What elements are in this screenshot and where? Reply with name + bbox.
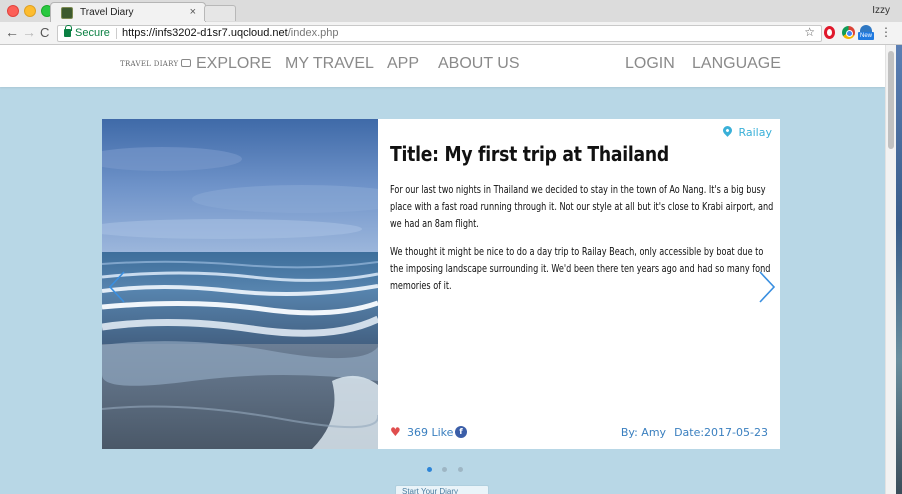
author: By: Amy — [620, 426, 667, 439]
nav-app[interactable]: APP — [387, 55, 419, 73]
nav-login[interactable]: LOGIN — [625, 55, 675, 73]
tab-close-icon[interactable]: × — [190, 6, 196, 18]
address-bar[interactable]: Secure https://infs3202-d1sr7.uqcloud.ne… — [57, 25, 822, 42]
browser-tab[interactable]: Travel Diary × — [50, 2, 206, 22]
browser-tab-strip: Travel Diary × Izzy — [0, 0, 902, 22]
facebook-icon[interactable]: f — [455, 426, 467, 438]
desktop-background — [896, 45, 902, 494]
travel-diary-favicon-icon — [61, 7, 73, 19]
byline: By: Amy Date:2017-05-23 — [621, 426, 768, 439]
carousel-dot[interactable] — [457, 467, 463, 472]
carousel-indicators — [427, 459, 469, 477]
chrome-extension-icon[interactable] — [842, 26, 855, 39]
site-navbar: TRAVEL DIARY EXPLORE MY TRAVEL APP ABOUT… — [0, 45, 885, 87]
post-paragraph: We thought it might be nice to do a day … — [390, 246, 771, 292]
new-tab-button[interactable] — [204, 5, 236, 21]
nav-about-us[interactable]: ABOUT US — [438, 55, 520, 73]
post-meta: ♥ 369 Like f By: Amy Date:2017-05-23 — [390, 425, 768, 441]
url-path: /index.php — [287, 27, 339, 39]
post-body: For our last two nights in Thailand we d… — [390, 182, 777, 306]
diary-slide[interactable]: Railay Title: My first trip at Thailand … — [102, 119, 780, 449]
page-viewport: TRAVEL DIARY EXPLORE MY TRAVEL APP ABOUT… — [0, 45, 902, 494]
carousel-prev-arrow-icon[interactable] — [108, 271, 126, 303]
secure-label: Secure — [75, 27, 110, 39]
new-extension-icon[interactable]: New — [858, 25, 874, 40]
sea-waves-photo — [102, 119, 378, 449]
slide-content: Railay Title: My first trip at Thailand … — [378, 119, 780, 449]
window-close-button[interactable] — [7, 5, 19, 17]
post-paragraph: For our last two nights in Thailand we d… — [390, 184, 774, 230]
url-text[interactable]: https://infs3202-d1sr7.uqcloud.net/index… — [122, 26, 339, 41]
post-date: Date:2017-05-23 — [674, 426, 768, 439]
nav-my-travel[interactable]: MY TRAVEL — [285, 55, 374, 73]
browser-menu-icon[interactable]: ⋮ — [880, 25, 892, 39]
browser-toolbar: ← → C Secure https://infs3202-d1sr7.uqcl… — [0, 22, 902, 45]
bookmark-star-icon[interactable]: ☆ — [804, 25, 815, 40]
location-tag[interactable]: Railay — [721, 124, 772, 139]
lock-icon — [64, 25, 72, 37]
start-diary-button[interactable]: Start Your Diary — [395, 485, 489, 494]
opera-extension-icon[interactable] — [824, 26, 835, 39]
carousel-dot[interactable] — [427, 467, 432, 472]
back-arrow-icon[interactable]: ← — [5, 24, 19, 40]
like-count[interactable]: 369 Like — [407, 426, 453, 439]
location-name: Railay — [738, 126, 772, 139]
address-divider — [116, 28, 117, 39]
logo-text: TRAVEL DIARY — [120, 60, 179, 68]
carousel-dot[interactable] — [442, 467, 448, 472]
page-scrollbar[interactable] — [885, 45, 896, 494]
extension-hat-icon — [860, 25, 872, 32]
profile-name[interactable]: Izzy — [872, 5, 890, 16]
carousel-next-arrow-icon[interactable] — [758, 271, 776, 303]
logo-book-icon — [181, 59, 192, 67]
nav-explore[interactable]: EXPLORE — [196, 55, 272, 73]
window-minimize-button[interactable] — [24, 5, 36, 17]
heart-icon[interactable]: ♥ — [390, 425, 401, 439]
forward-arrow-icon[interactable]: → — [22, 24, 36, 40]
url-host: https://infs3202-d1sr7.uqcloud.net — [122, 27, 288, 39]
reload-icon[interactable]: C — [40, 25, 49, 40]
tab-title: Travel Diary — [80, 7, 134, 18]
post-title: Title: My first trip at Thailand — [390, 142, 669, 166]
map-pin-icon — [721, 124, 735, 137]
scrollbar-thumb[interactable] — [888, 51, 894, 149]
nav-language[interactable]: LANGUAGE — [692, 55, 781, 73]
site-logo[interactable]: TRAVEL DIARY — [120, 59, 192, 68]
new-badge: New — [858, 32, 874, 40]
